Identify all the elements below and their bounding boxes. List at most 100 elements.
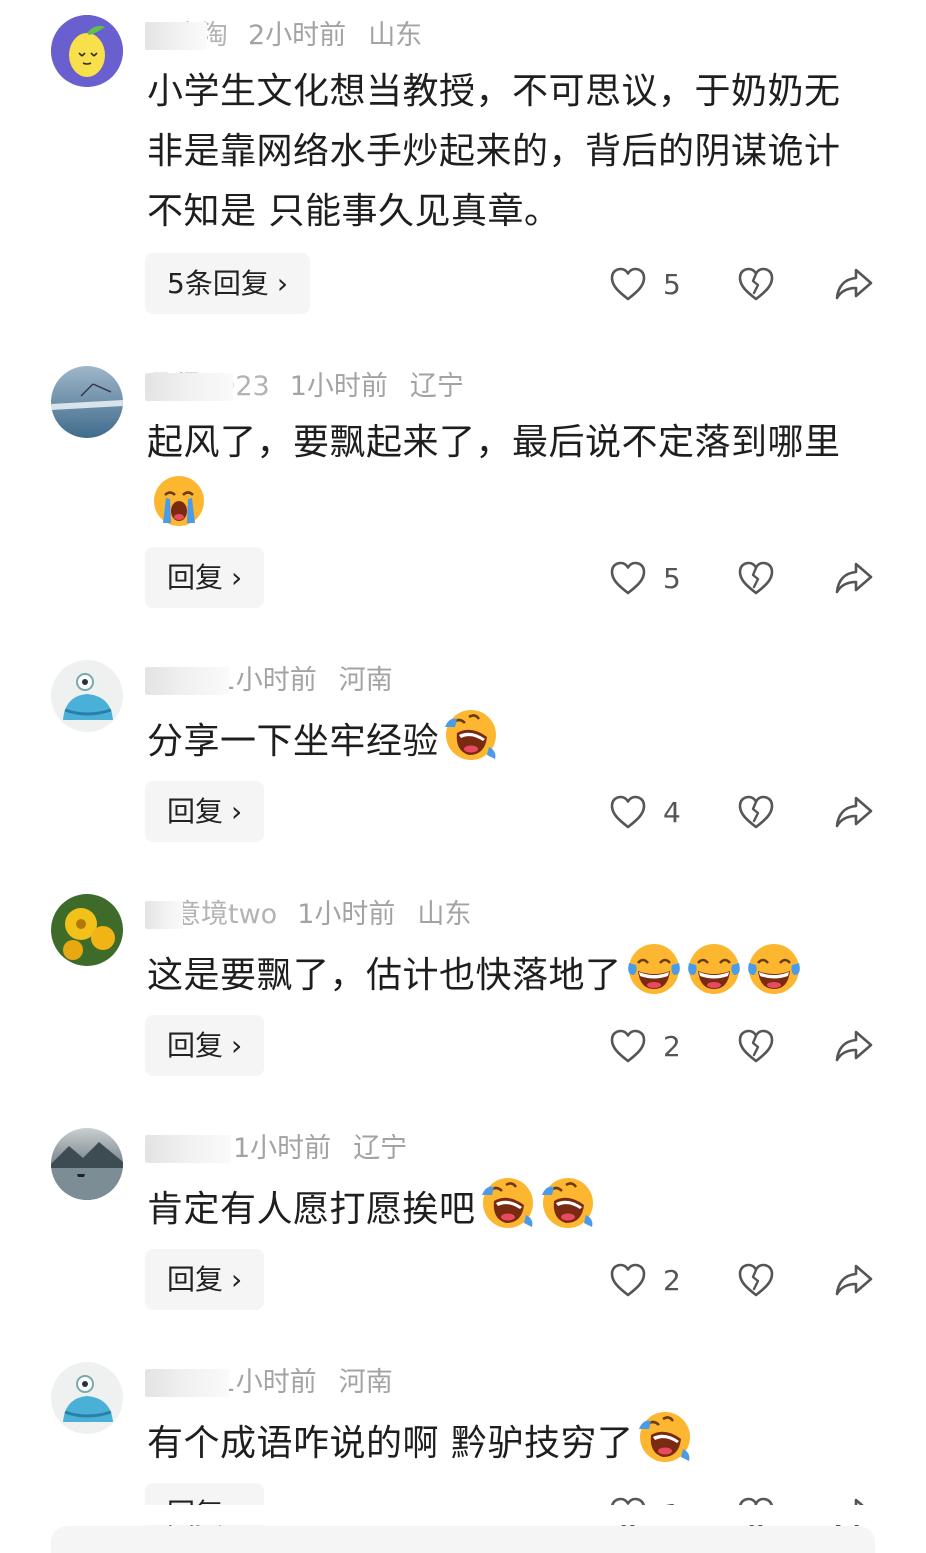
broken-heart-icon [737,794,775,830]
chevron-right-icon: › [231,561,243,594]
username[interactable]: 晶得5923 [145,367,270,407]
tears-of-joy-emoji [626,941,682,997]
flower-avatar-icon [51,894,123,966]
location: 辽宁 [353,1133,408,1164]
replies-button[interactable]: 5条回复 › [145,253,311,314]
comment-meta: 晶得5923 1小时前辽宁 [145,367,464,407]
like-button[interactable]: 4 [609,792,681,832]
like-button[interactable]: 5 [609,264,681,304]
username[interactable]: 313 [145,1363,229,1403]
comment-text: 小学生文化想当教授，不可思议，于奶奶无非是靠网络水手炒起来的，背后的阴谋诡计不知… [147,71,841,232]
location: 山东 [368,20,423,51]
dislike-button[interactable] [737,1260,775,1300]
comment-text: 起风了，要飘起来了，最后说不定落到哪里 [147,413,867,538]
share-arrow-icon [834,794,874,830]
timestamp: 1小时前 [233,1133,332,1164]
dislike-button[interactable] [737,558,775,598]
avatar[interactable] [51,1362,123,1434]
chevron-right-icon: › [276,267,289,300]
comment-text: 有个成语咋说的啊 黔驴技穷了 [147,1409,867,1474]
like-button[interactable]: 5 [609,558,681,598]
timestamp: 1小时前 [218,1367,317,1398]
share-button[interactable] [834,1260,874,1300]
avatar[interactable] [51,366,123,438]
location: 山东 [417,899,472,930]
broken-heart-icon [737,560,775,596]
reply-label: 回复 [167,795,224,828]
alien-avatar-icon [51,1362,123,1434]
broken-heart-icon [737,1028,775,1064]
chevron-right-icon: › [231,1263,243,1296]
reply-button[interactable]: 回复› [145,781,265,842]
tears-of-joy-emoji [686,941,742,997]
comment-meta: 3131小时前河南 [145,1363,393,1403]
username[interactable]: 313 [145,661,229,701]
broken-heart-icon [737,1262,775,1298]
dislike-button[interactable] [737,1026,775,1066]
tears-of-joy-emoji [746,941,802,997]
dislike-button[interactable] [737,264,775,304]
avatar[interactable] [51,894,123,966]
share-button[interactable] [834,558,874,598]
like-count: 4 [663,795,681,829]
replies-label: 5条回复 [167,267,269,300]
lake-avatar-icon [51,366,123,438]
reply-button[interactable]: 回复› [145,547,265,608]
share-arrow-icon [834,266,874,302]
username[interactable]: 夏小淘 [145,16,228,56]
alien-avatar-icon [51,660,123,732]
like-count: 5 [663,267,681,301]
comment-meta: 是意境two 1小时前 山东 [145,895,472,935]
share-button[interactable] [834,792,874,832]
heart-outline-icon [609,560,647,596]
comment-text: 分享一下坐牢经验 [147,707,867,772]
comment-meta: 夏小淘 2小时前山东 [145,16,423,56]
timestamp: 1小时前 [218,665,317,696]
heart-outline-icon [609,266,647,302]
share-button[interactable] [834,264,874,304]
avatar[interactable] [51,1128,123,1200]
comment-input-bar[interactable] [51,1526,875,1553]
scroll-fade [0,1505,926,1525]
timestamp: 1小时前 [289,371,388,402]
timestamp: 1小时前 [297,899,396,930]
share-arrow-icon [834,1262,874,1298]
location: 河南 [338,1367,393,1398]
reply-label: 回复 [167,1029,224,1062]
like-button[interactable]: 2 [609,1260,681,1300]
broken-heart-icon [737,266,775,302]
heart-outline-icon [609,1262,647,1298]
reply-label: 回复 [167,1263,224,1296]
username[interactable]: 是意境two [145,895,277,935]
dislike-button[interactable] [737,792,775,832]
rolling-laughing-emoji [480,1175,536,1231]
share-arrow-icon [834,1028,874,1064]
mountain-avatar-icon [51,1128,123,1200]
comment-meta: 3131小时前河南 [145,661,393,701]
like-button[interactable]: 2 [609,1026,681,1066]
reply-label: 回复 [167,561,224,594]
location: 河南 [338,665,393,696]
like-count: 2 [663,1263,681,1297]
heart-outline-icon [609,794,647,830]
heart-outline-icon [609,1028,647,1064]
rolling-laughing-emoji [443,707,499,763]
location: 辽宁 [409,371,464,402]
comment-text: 这是要飘了，估计也快落地了 [147,941,867,1006]
share-button[interactable] [834,1026,874,1066]
reply-button[interactable]: 回复› [145,1249,265,1310]
like-count: 2 [663,1029,681,1063]
chevron-right-icon: › [231,1029,243,1062]
like-count: 5 [663,561,681,595]
avatar[interactable] [51,15,123,87]
loudly-crying-emoji [151,473,207,529]
avatar[interactable] [51,660,123,732]
comment-text: 肯定有人愿打愿挨吧 [147,1175,867,1240]
username[interactable] [145,1129,233,1163]
rolling-laughing-emoji [540,1175,596,1231]
reply-button[interactable]: 回复› [145,1015,265,1076]
timestamp: 2小时前 [248,20,347,51]
share-arrow-icon [834,560,874,596]
rolling-laughing-emoji [637,1409,693,1465]
comment-meta: 1小时前 辽宁 [145,1129,408,1169]
